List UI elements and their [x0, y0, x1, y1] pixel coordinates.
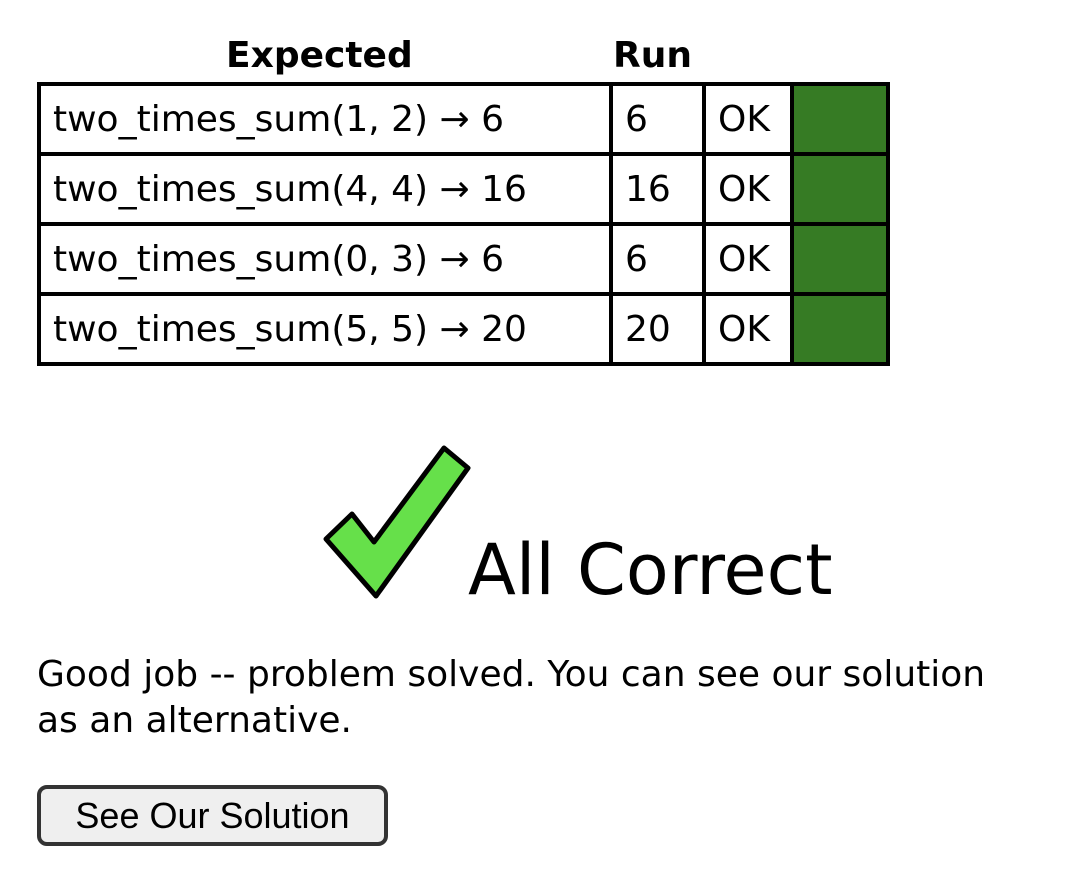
table-row: two_times_sum(1, 2) → 6 6 OK	[37, 82, 890, 156]
expected-cell: two_times_sum(4, 4) → 16	[37, 152, 613, 226]
expected-cell: two_times_sum(1, 2) → 6	[37, 82, 613, 156]
table-header: Expected Run	[0, 34, 1088, 82]
column-header-run: Run	[613, 35, 692, 76]
table-row: two_times_sum(4, 4) → 16 16 OK	[37, 152, 890, 226]
result-color-cell	[790, 292, 890, 366]
result-color-cell	[790, 152, 890, 226]
status-cell: OK	[702, 152, 794, 226]
results-table: two_times_sum(1, 2) → 6 6 OK two_times_s…	[37, 82, 890, 366]
run-cell: 16	[609, 152, 706, 226]
status-cell: OK	[702, 222, 794, 296]
checkmark-icon	[323, 445, 471, 599]
result-color-cell	[790, 82, 890, 156]
expected-cell: two_times_sum(0, 3) → 6	[37, 222, 613, 296]
all-correct-banner: All Correct	[322, 444, 922, 610]
result-color-cell	[790, 222, 890, 296]
success-message-line2: as an alternative.	[37, 700, 352, 741]
status-cell: OK	[702, 82, 794, 156]
run-cell: 6	[609, 222, 706, 296]
table-row: two_times_sum(0, 3) → 6 6 OK	[37, 222, 890, 296]
all-correct-text: All Correct	[468, 529, 833, 611]
run-cell: 6	[609, 82, 706, 156]
success-message-line1: Good job -- problem solved. You can see …	[37, 654, 986, 695]
success-message: Good job -- problem solved. You can see …	[37, 652, 1088, 744]
expected-cell: two_times_sum(5, 5) → 20	[37, 292, 613, 366]
status-cell: OK	[702, 292, 794, 366]
column-header-expected: Expected	[226, 35, 413, 76]
table-row: two_times_sum(5, 5) → 20 20 OK	[37, 292, 890, 366]
run-cell: 20	[609, 292, 706, 366]
see-solution-button[interactable]: See Our Solution	[37, 785, 388, 846]
